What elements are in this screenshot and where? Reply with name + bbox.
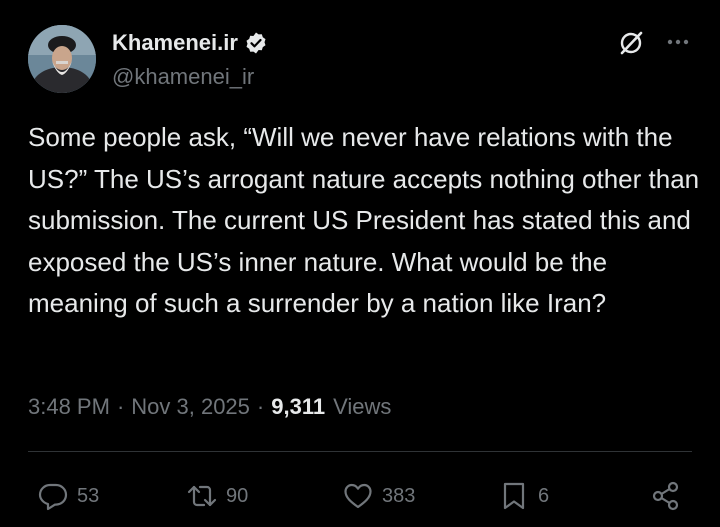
- action-bar: 53 90 383 6: [0, 470, 720, 520]
- bookmark-count: 6: [538, 484, 550, 507]
- reply-count: 53: [77, 484, 100, 507]
- verified-badge-icon[interactable]: [244, 31, 268, 55]
- more-icon[interactable]: [664, 32, 692, 52]
- bookmark-button[interactable]: 6: [498, 480, 549, 512]
- author-display-name[interactable]: Khamenei.ir: [112, 30, 238, 56]
- avatar[interactable]: [28, 25, 96, 93]
- tweet-meta: 3:48 PM · Nov 3, 2025 · 9,311 Views: [28, 394, 391, 420]
- share-icon: [652, 481, 679, 511]
- tweet-date[interactable]: Nov 3, 2025: [131, 394, 250, 420]
- like-button[interactable]: 383: [342, 480, 415, 512]
- grok-icon[interactable]: [618, 30, 644, 56]
- views-label: Views: [333, 394, 392, 419]
- author-handle[interactable]: @khamenei_ir: [112, 64, 254, 90]
- retweet-button[interactable]: 90: [186, 480, 260, 512]
- like-icon: [344, 483, 372, 509]
- retweet-count: 90: [226, 484, 249, 507]
- like-count: 383: [382, 484, 416, 507]
- bookmark-icon: [503, 482, 525, 510]
- author-name-row: Khamenei.ir: [112, 30, 268, 56]
- meta-separator: ·: [116, 394, 125, 419]
- share-button[interactable]: [650, 480, 682, 512]
- views-count: 9,311: [271, 394, 326, 419]
- divider: [28, 451, 692, 452]
- reply-icon: [38, 483, 68, 511]
- retweet-icon: [187, 485, 217, 507]
- tweet-text: Some people ask, “Will we never have rel…: [28, 122, 700, 318]
- meta-separator: ·: [256, 394, 265, 419]
- reply-button[interactable]: 53: [37, 480, 99, 512]
- tweet-time[interactable]: 3:48 PM: [28, 394, 110, 420]
